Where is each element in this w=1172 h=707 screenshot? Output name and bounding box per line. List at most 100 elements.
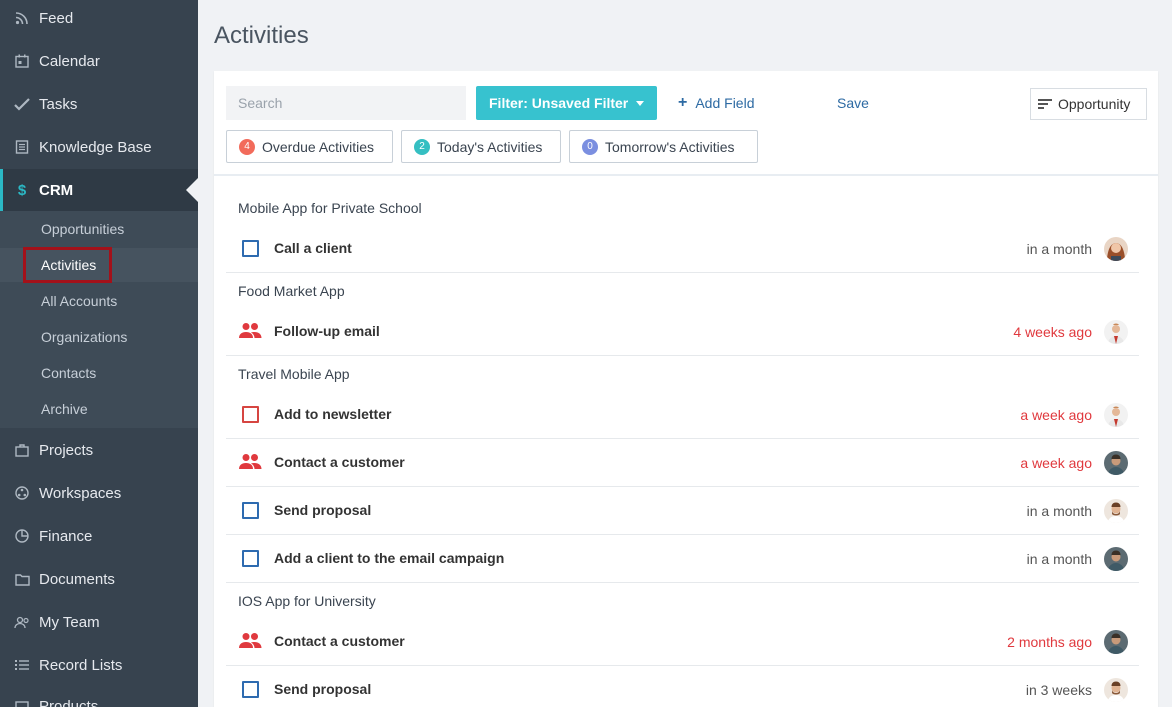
nav-label: Knowledge Base — [39, 138, 152, 156]
sort-label: Opportunity — [1058, 96, 1131, 112]
activity-due: 2 months ago — [1007, 634, 1092, 650]
page-title: Activities — [214, 22, 309, 49]
task-checkbox-icon[interactable] — [242, 502, 259, 519]
avatar — [1104, 237, 1128, 261]
nav-workspaces[interactable]: Workspaces — [0, 473, 198, 513]
activity-due: a week ago — [1020, 455, 1092, 471]
subnav-all-accounts[interactable]: All Accounts — [0, 284, 198, 318]
toolbar-divider — [214, 174, 1158, 176]
subnav-organizations[interactable]: Organizations — [0, 320, 198, 354]
avatar — [1104, 451, 1128, 475]
check-icon — [14, 96, 30, 112]
nav-label: Workspaces — [39, 484, 122, 502]
nav-label: Products — [39, 697, 99, 707]
avatar — [1104, 630, 1128, 654]
nav-label: Record Lists — [39, 656, 123, 674]
activity-title: Contact a customer — [274, 633, 405, 649]
nav-feed[interactable]: Feed — [0, 0, 198, 38]
nav-label: CRM — [39, 181, 74, 199]
save-button[interactable]: Save — [837, 95, 869, 111]
avatar — [1104, 678, 1128, 702]
task-checkbox-icon[interactable] — [242, 406, 259, 423]
team-icon — [14, 614, 30, 630]
avatar — [1104, 320, 1128, 344]
nav-my-team[interactable]: My Team — [0, 602, 198, 642]
activity-title: Add to newsletter — [274, 406, 392, 422]
add-field-button[interactable]: + Add Field — [678, 94, 755, 112]
todays-activities-filter[interactable]: 2 Today's Activities — [401, 130, 561, 163]
meeting-icon — [238, 632, 262, 650]
nav-label: Feed — [39, 9, 74, 27]
activity-row[interactable]: Send proposal in a month — [226, 487, 1139, 535]
activity-row[interactable]: Follow-up email 4 weeks ago — [226, 308, 1139, 356]
nav-tasks[interactable]: Tasks — [0, 84, 198, 124]
nav-crm[interactable]: $ CRM — [0, 169, 198, 211]
workspaces-icon — [14, 485, 30, 501]
briefcase-icon — [14, 442, 30, 458]
filter-dropdown-button[interactable]: Filter: Unsaved Filter — [476, 86, 657, 120]
tomorrows-activities-filter[interactable]: 0 Tomorrow's Activities — [569, 130, 758, 163]
activity-row[interactable]: Contact a customer 2 months ago — [226, 618, 1139, 666]
add-field-label: Add Field — [695, 95, 755, 111]
rss-icon — [14, 10, 30, 26]
activity-row[interactable]: Call a client in a month — [226, 225, 1139, 273]
subnav-label: Archive — [41, 401, 88, 417]
task-checkbox-icon[interactable] — [242, 681, 259, 698]
count-badge: 0 — [582, 138, 598, 155]
overdue-activities-filter[interactable]: 4 Overdue Activities — [226, 130, 393, 163]
nav-label: Documents — [39, 570, 115, 588]
activity-title: Add a client to the email campaign — [274, 550, 505, 566]
nav-label: Finance — [39, 527, 93, 545]
avatar — [1104, 499, 1128, 523]
subnav-archive[interactable]: Archive — [0, 392, 198, 426]
sort-button[interactable]: Opportunity — [1030, 88, 1147, 120]
search-input[interactable] — [226, 86, 466, 120]
activity-row[interactable]: Add to newsletter a week ago — [226, 391, 1139, 439]
activity-row[interactable]: Add a client to the email campaign in a … — [226, 535, 1139, 583]
pill-label: Tomorrow's Activities — [605, 138, 735, 155]
sort-icon — [1038, 99, 1052, 109]
pill-label: Overdue Activities — [262, 138, 375, 155]
dollar-icon: $ — [17, 181, 27, 199]
nav-calendar[interactable]: Calendar — [0, 41, 198, 81]
task-checkbox-icon[interactable] — [242, 550, 259, 567]
subnav-label: Organizations — [41, 329, 128, 345]
group-title: Food Market App — [238, 283, 345, 299]
subnav-opportunities[interactable]: Opportunities — [0, 212, 198, 246]
folder-icon — [14, 571, 30, 587]
task-checkbox-icon[interactable] — [242, 240, 259, 257]
subnav-contacts[interactable]: Contacts — [0, 356, 198, 390]
meeting-icon — [238, 322, 262, 340]
count-badge: 2 — [414, 138, 430, 155]
nav-record-lists[interactable]: Record Lists — [0, 645, 198, 685]
activity-title: Follow-up email — [274, 323, 380, 339]
nav-finance[interactable]: Finance — [0, 516, 198, 556]
pill-label: Today's Activities — [437, 138, 543, 155]
nav-documents[interactable]: Documents — [0, 559, 198, 599]
active-indicator — [0, 169, 3, 211]
meeting-icon — [238, 453, 262, 471]
activity-row[interactable]: Send proposal in 3 weeks — [226, 666, 1139, 707]
subnav-label: All Accounts — [41, 293, 118, 309]
nav-knowledge-base[interactable]: Knowledge Base — [0, 127, 198, 167]
plus-icon: + — [678, 94, 688, 111]
book-icon — [14, 139, 30, 155]
activity-due: a week ago — [1020, 407, 1092, 423]
nav-projects[interactable]: Projects — [0, 430, 198, 470]
activity-title: Call a client — [274, 240, 352, 256]
group-title: IOS App for University — [238, 593, 376, 609]
count-badge: 4 — [239, 138, 255, 155]
subnav-label: Opportunities — [41, 221, 125, 237]
activity-due: in a month — [1026, 503, 1092, 519]
activity-title: Send proposal — [274, 681, 372, 697]
activity-row[interactable]: Contact a customer a week ago — [226, 439, 1139, 487]
crm-subnav: Opportunities Activities All Accounts Or… — [0, 211, 198, 428]
sidebar: Feed Calendar Tasks Knowledge Base $ CRM… — [0, 0, 198, 707]
activity-due: 4 weeks ago — [1013, 324, 1092, 340]
active-notch — [186, 178, 198, 202]
pie-icon — [14, 528, 30, 544]
nav-products[interactable]: Products — [0, 686, 198, 707]
filter-label: Filter: Unsaved Filter — [489, 95, 629, 111]
avatar — [1104, 403, 1128, 427]
nav-label: Tasks — [39, 95, 78, 113]
